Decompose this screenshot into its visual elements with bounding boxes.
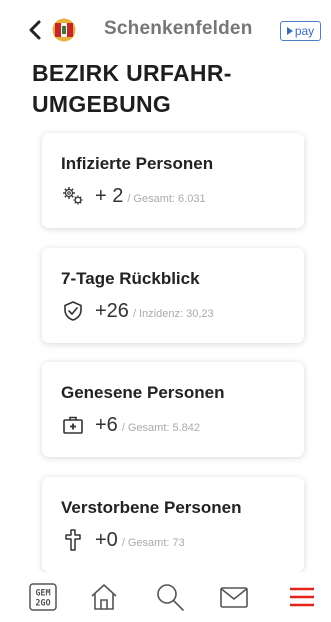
total-label: Gesamt: 5.842 [127, 421, 201, 434]
card-title: 7-Tage Rückblick [61, 269, 200, 288]
separator: / [127, 192, 131, 205]
bottom-navigation: GEM 2GO [0, 572, 331, 622]
gears-icon [63, 187, 83, 205]
delta-value: +26 [95, 299, 129, 322]
municipality-title: Schenkenfelden [104, 18, 253, 39]
logo-text-bottom: 2GO [35, 599, 50, 609]
coat-of-arms-icon [52, 18, 76, 42]
delta-value: +0 [95, 528, 118, 551]
delta-value: +6 [95, 413, 118, 436]
card-title: Genesene Personen [61, 383, 225, 402]
card-recovered[interactable]: Genesene Personen +6 / Gesamt: 5.842 [42, 362, 304, 457]
card-stat: +6 / Gesamt: 5.842 [61, 410, 200, 440]
card-stat: +26 / Inzidenz: 30,23 [61, 296, 214, 326]
card-title: Verstorbene Personen [61, 498, 242, 517]
mail-icon[interactable] [219, 582, 249, 612]
pay-label: pay [294, 24, 315, 38]
gem2go-logo-icon[interactable]: GEM 2GO [28, 582, 58, 612]
medical-kit-icon [63, 416, 83, 434]
shield-check-icon [64, 301, 82, 321]
chevron-left-icon[interactable] [24, 17, 46, 43]
logo-text-top: GEM [35, 589, 50, 599]
total-label: Gesamt: 73 [127, 536, 185, 549]
card-7-day-review[interactable]: 7-Tage Rückblick +26 / Inzidenz: 30,23 [42, 248, 304, 343]
play-icon [286, 27, 293, 35]
separator: / [121, 536, 125, 549]
cross-icon [65, 529, 81, 551]
search-icon[interactable] [155, 582, 185, 612]
card-deceased[interactable]: Verstorbene Personen +0 / Gesamt: 73 [42, 477, 304, 572]
total-label: Gesamt: 6.031 [133, 192, 206, 205]
separator: / [121, 421, 125, 434]
card-title: Infizierte Personen [61, 154, 214, 173]
delta-value: + 2 [95, 184, 124, 207]
card-infected[interactable]: Infizierte Personen + 2 / Gesamt: 6.031 [42, 133, 304, 228]
menu-icon[interactable] [287, 582, 317, 612]
card-stat: + 2 / Gesamt: 6.031 [61, 181, 206, 211]
region-title: BEZIRK URFAHR-UMGEBUNG [32, 60, 232, 117]
home-icon[interactable] [89, 582, 119, 612]
incidence-label: Inzidenz: 30,23 [139, 307, 214, 320]
pay-button[interactable]: pay [280, 21, 321, 41]
separator: / [132, 307, 136, 320]
card-stat: +0 / Gesamt: 73 [61, 525, 185, 555]
top-bar: Schenkenfelden pay [0, 0, 331, 60]
